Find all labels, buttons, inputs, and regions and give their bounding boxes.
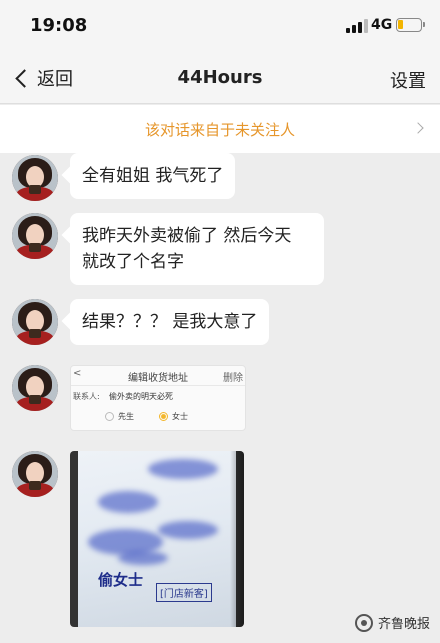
watermark-text: 齐鲁晚报 [378,617,431,632]
nav-bar: 返回 44Hours 设置 [0,52,440,104]
stranger-notice-bar[interactable]: 该对话来自于未关注人 [0,105,440,153]
message-text: 就改了个名字 [82,252,184,272]
avatar[interactable] [12,155,58,201]
photo-stamp-text: [门店新客] [156,583,212,602]
image-message-address-form[interactable]: < 编辑收货地址 删除 联系人: 偷外卖的明天必死 先生 女士 [70,365,246,431]
settings-button[interactable]: 设置 [390,67,426,93]
message-text: 结果？？？ 是我大意了 [82,312,258,332]
status-time: 19:08 [30,15,88,36]
address-form-delete: 删除 [223,373,243,384]
message-bubble[interactable]: 结果？？？ 是我大意了 [70,299,270,345]
chat-message-list[interactable]: 全有姐姐 我气死了 我昨天外卖被偷了 然后今天 就改了个名字 结果？？？ 是我大… [0,153,440,643]
signal-icon [346,19,368,33]
contact-label: 联系人: [73,392,100,401]
chat-title: 44Hours [177,67,263,88]
photo-name-text: 偷女士 [98,571,144,589]
delivery-bag-photo: 偷女士 [门店新客] [78,451,236,627]
message-bubble[interactable]: 全有姐姐 我气死了 [70,153,236,199]
stranger-notice-text: 该对话来自于未关注人 [144,121,295,139]
address-form-header: < 编辑收货地址 删除 [71,366,245,386]
avatar[interactable] [12,213,58,259]
message-bubble[interactable]: 我昨天外卖被偷了 然后今天 就改了个名字 [70,213,324,285]
message-text: 我昨天外卖被偷了 然后今天 [82,226,292,246]
watermark: 齐鲁晚报 [355,613,430,632]
contact-value: 偷外卖的明天必死 [109,392,173,401]
status-bar: 19:08 4G [0,0,440,52]
radio-option-mr: 先生 [105,411,134,422]
avatar[interactable] [12,365,58,411]
network-type: 4G [371,17,393,33]
image-message-photo[interactable]: 偷女士 [门店新客] [70,451,244,627]
message-text: 全有姐姐 我气死了 [82,166,224,186]
radio-option-ms: 女士 [159,411,188,422]
address-form-title: 编辑收货地址 [128,373,188,384]
avatar[interactable] [12,451,58,497]
battery-icon [396,18,425,32]
wechat-official-account-icon [355,613,373,632]
avatar[interactable] [12,299,58,345]
